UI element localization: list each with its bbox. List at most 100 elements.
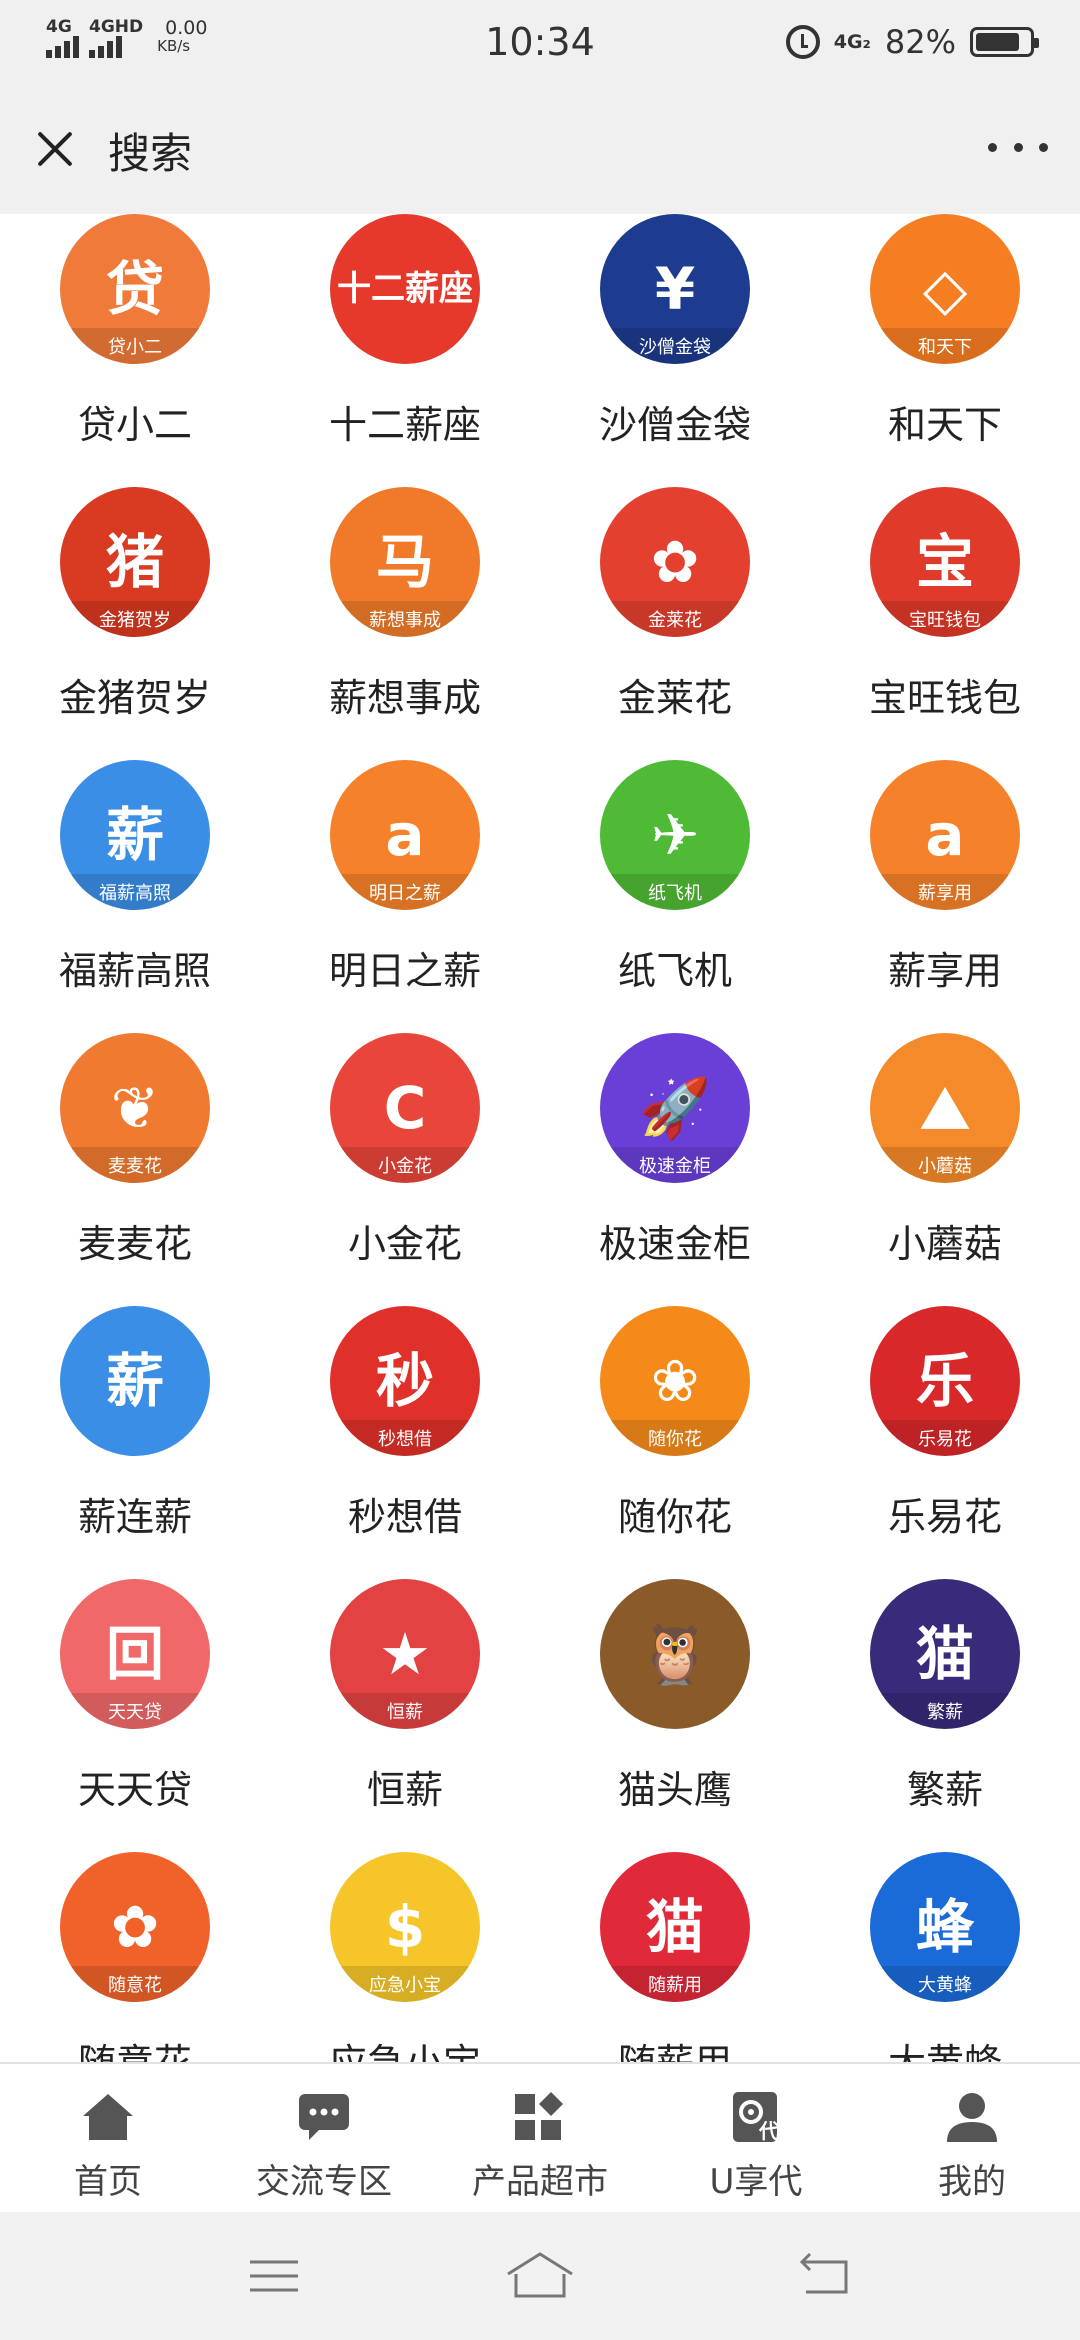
app-item[interactable]: ◇ 和天下 和天下	[810, 214, 1080, 467]
app-item[interactable]: 🚀 极速金柜 极速金柜	[540, 1013, 810, 1286]
nav-label: U享代	[709, 2162, 803, 2202]
app-logo-icon: 猪金猪贺岁	[60, 487, 210, 637]
app-name: 薪享用	[887, 949, 1002, 993]
app-name: 金莱花	[617, 676, 732, 720]
alarm-icon	[785, 25, 820, 59]
home-icon	[79, 2088, 137, 2146]
app-item[interactable]: 🦉 猫头鹰	[540, 1559, 810, 1832]
app-item[interactable]: 乐乐易花 乐易花	[810, 1286, 1080, 1559]
app-logo-icon: ✿ 金莱花	[600, 487, 750, 637]
app-item[interactable]: a 薪享用 薪享用	[810, 740, 1080, 1013]
app-logo-glyph: ❀	[650, 1347, 700, 1415]
person-icon	[943, 2088, 1001, 2146]
network-type: 4G₂	[833, 31, 871, 53]
nav-item-4[interactable]: 我的	[864, 2064, 1080, 2212]
page-title: 搜索	[108, 129, 193, 178]
nav-item-2[interactable]: 产品超市	[432, 2064, 648, 2212]
app-item[interactable]: 十二薪座 十二薪座	[270, 214, 540, 467]
app-logo-band: 和天下	[870, 328, 1020, 364]
system-nav-bar	[0, 2212, 1080, 2340]
battery-fill	[976, 33, 1019, 51]
app-name: 金猪贺岁	[58, 676, 211, 720]
nav-item-0[interactable]: 首页	[0, 2064, 216, 2212]
app-logo-glyph: 🦉	[638, 1620, 712, 1688]
title-bar: 搜索	[0, 84, 1080, 214]
app-logo-band: 大黄蜂	[870, 1966, 1020, 2002]
menu-icon[interactable]	[244, 2248, 304, 2304]
app-logo-band: 小金花	[330, 1147, 480, 1183]
apps-icon	[511, 2088, 569, 2146]
app-item[interactable]: 蜂大黄蜂大黄蜂	[810, 1832, 1080, 2062]
app-item[interactable]: 贷贷小二 贷小二	[0, 214, 270, 467]
app-logo-band: 繁薪	[870, 1693, 1020, 1729]
app-logo-icon: 回天天贷	[60, 1579, 210, 1729]
app-grid: 贷贷小二 贷小二 十二薪座 十二薪座 ¥ 沙僧金袋 沙僧金袋 ◇ 和天下 和天下猪金猪贺岁 金猪贺岁…	[0, 214, 1080, 2062]
app-item[interactable]: 宝宝旺钱包 宝旺钱包	[810, 467, 1080, 740]
app-name: 乐易花	[887, 1495, 1002, 1539]
app-item[interactable]: ❦ 麦麦花 麦麦花	[0, 1013, 270, 1286]
app-item[interactable]: $应急小宝应急小宝	[270, 1832, 540, 2062]
app-logo-icon: C 小金花	[330, 1033, 480, 1183]
app-name: 十二薪座	[328, 403, 481, 447]
app-logo-icon: 薪	[60, 1306, 210, 1456]
app-item[interactable]: ✈ 纸飞机 纸飞机	[540, 740, 810, 1013]
app-name: 小蘑菇	[887, 1222, 1002, 1266]
app-item[interactable]: ⛰ 小蘑菇 小蘑菇	[810, 1013, 1080, 1286]
app-item[interactable]: a 明日之薪 明日之薪	[270, 740, 540, 1013]
app-logo-band: 薪享用	[870, 874, 1020, 910]
app-logo-glyph: 宝	[915, 528, 974, 596]
more-options-icon[interactable]	[988, 132, 1048, 162]
app-grid-viewport[interactable]: 贷贷小二 贷小二 十二薪座 十二薪座 ¥ 沙僧金袋 沙僧金袋 ◇ 和天下 和天下猪金猪贺岁 金猪贺岁…	[0, 214, 1080, 2062]
home-icon[interactable]	[504, 2248, 576, 2304]
status-bar: 4G 4GHD 0.00 KB/s 10:34 4G₂ 82%	[0, 0, 1080, 84]
app-logo-glyph: a	[925, 801, 965, 869]
close-icon[interactable]	[30, 124, 80, 174]
app-item[interactable]: 秒秒想借 秒想借	[270, 1286, 540, 1559]
app-logo-icon: a 薪享用	[870, 760, 1020, 910]
svg-text:代: 代	[758, 2119, 779, 2143]
chat-icon	[295, 2088, 353, 2146]
app-item[interactable]: C 小金花 小金花	[270, 1013, 540, 1286]
app-item[interactable]: ★ 恒薪 恒薪	[270, 1559, 540, 1832]
app-logo-band: 沙僧金袋	[600, 328, 750, 364]
app-logo-glyph: ★	[379, 1620, 431, 1688]
app-name: 沙僧金袋	[598, 403, 751, 447]
app-item[interactable]: 马薪想事成 薪想事成	[270, 467, 540, 740]
app-logo-glyph: 回	[105, 1620, 164, 1688]
app-logo-glyph: ✿	[650, 528, 700, 596]
app-item[interactable]: 猫繁薪 繁薪	[810, 1559, 1080, 1832]
app-name: 贷小二	[77, 403, 192, 447]
nav-label: 交流专区	[256, 2162, 392, 2202]
back-icon[interactable]	[796, 2248, 856, 2304]
app-name: 小金花	[347, 1222, 462, 1266]
app-item[interactable]: 猪金猪贺岁 金猪贺岁	[0, 467, 270, 740]
app-item[interactable]: 回天天贷 天天贷	[0, 1559, 270, 1832]
app-logo-glyph: ⛰	[920, 1074, 970, 1142]
app-name: 福薪高照	[58, 949, 211, 993]
app-logo-icon: ¥ 沙僧金袋	[600, 214, 750, 364]
app-logo-band: 恒薪	[330, 1693, 480, 1729]
app-logo-band: 金猪贺岁	[60, 601, 210, 637]
app-item[interactable]: 猫随薪用随薪用	[540, 1832, 810, 2062]
app-logo-icon: 秒秒想借	[330, 1306, 480, 1456]
app-name: 秒想借	[347, 1495, 462, 1539]
app-item[interactable]: ✿ 金莱花金莱花	[540, 467, 810, 740]
nav-item-3[interactable]: 代 U享代	[648, 2064, 864, 2212]
app-item[interactable]: ❀ 随你花 随你花	[540, 1286, 810, 1559]
app-item[interactable]: 薪薪连薪	[0, 1286, 270, 1559]
app-logo-glyph: ❦	[110, 1074, 160, 1142]
gear-doc-icon: 代	[727, 2088, 785, 2146]
nav-item-1[interactable]: 交流专区	[216, 2064, 432, 2212]
app-name: 随薪用	[618, 2032, 732, 2062]
app-logo-glyph: 🚀	[638, 1074, 712, 1142]
app-logo-band: 贷小二	[60, 328, 210, 364]
app-logo-glyph: 乐	[915, 1347, 974, 1415]
app-logo-band: 纸飞机	[600, 874, 750, 910]
app-logo-icon: ✈ 纸飞机	[600, 760, 750, 910]
app-item[interactable]: ✿随意花随意花	[0, 1832, 270, 2062]
app-logo-icon: a 明日之薪	[330, 760, 480, 910]
app-item[interactable]: ¥ 沙僧金袋 沙僧金袋	[540, 214, 810, 467]
app-item[interactable]: 薪福薪高照 福薪高照	[0, 740, 270, 1013]
app-name: 纸飞机	[617, 949, 732, 993]
app-name: 应急小宝	[329, 2032, 481, 2062]
